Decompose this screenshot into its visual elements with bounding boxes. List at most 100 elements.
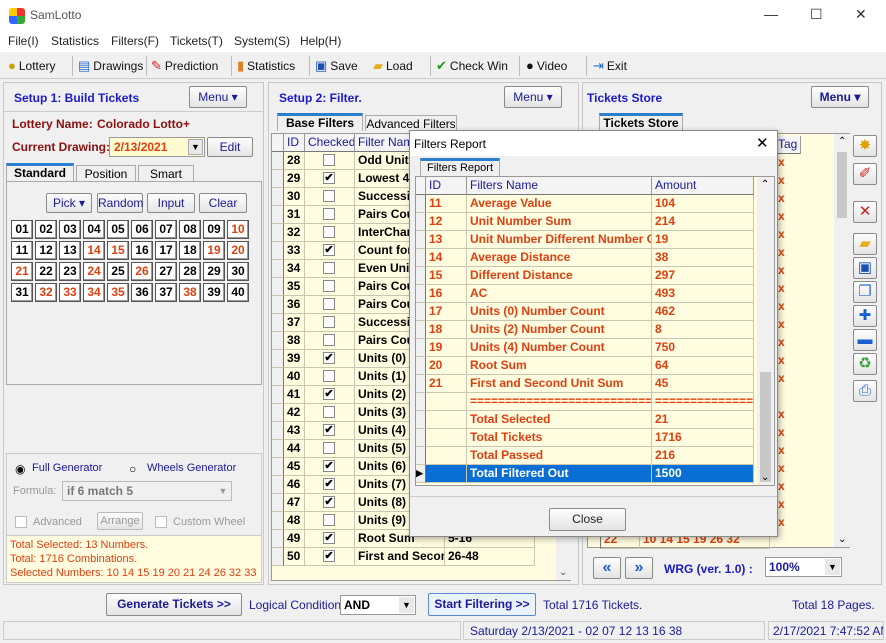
drawing-select[interactable]: 2/13/2021 ▼ [109, 137, 205, 157]
row-selector[interactable] [272, 386, 284, 404]
row-selector[interactable] [272, 350, 284, 368]
formula-select[interactable]: if 6 match 5 ▼ [62, 481, 232, 501]
row-selector[interactable] [272, 152, 284, 170]
row-selector[interactable] [416, 321, 426, 339]
row-selector[interactable] [416, 339, 426, 357]
scroll-thumb[interactable] [837, 152, 847, 218]
number-33[interactable]: 33 [59, 283, 81, 302]
toolbar-drawings-button[interactable]: ▤ Drawings [78, 58, 143, 74]
filter-checkbox[interactable]: ✔ [323, 478, 335, 490]
column-header-filters-name[interactable]: Filters Name [467, 177, 652, 195]
filter-checkbox[interactable] [323, 208, 335, 220]
number-12[interactable]: 12 [35, 241, 57, 260]
advanced-checkbox[interactable] [15, 516, 27, 528]
row-selector[interactable] [416, 447, 426, 465]
row-selector[interactable] [416, 249, 426, 267]
print-icon[interactable]: ⎙ [853, 380, 877, 402]
number-08[interactable]: 08 [179, 220, 201, 239]
number-18[interactable]: 18 [179, 241, 201, 260]
toolbar-prediction-button[interactable]: ✎ Prediction [151, 58, 218, 74]
number-26[interactable]: 26 [131, 262, 153, 281]
number-34[interactable]: 34 [83, 283, 105, 302]
menu-item-5[interactable]: Help(H) [300, 34, 341, 48]
number-01[interactable]: 01 [11, 220, 33, 239]
row-selector[interactable] [272, 278, 284, 296]
toolbar-exit-button[interactable]: ⇥ Exit [593, 58, 627, 74]
column-header-checked[interactable]: Checked [305, 134, 355, 152]
number-06[interactable]: 06 [131, 220, 153, 239]
chevron-down-icon[interactable]: ▼ [399, 597, 414, 613]
filter-checkbox[interactable] [323, 370, 335, 382]
close-window-button[interactable]: ✕ [855, 6, 867, 23]
row-selector[interactable] [416, 303, 426, 321]
minimize-button[interactable]: — [764, 6, 778, 22]
row-selector[interactable] [272, 188, 284, 206]
number-16[interactable]: 16 [131, 241, 153, 260]
filter-checkbox[interactable] [323, 514, 335, 526]
row-selector[interactable] [416, 375, 426, 393]
column-header-id[interactable]: ID [426, 177, 467, 195]
filter-checkbox[interactable]: ✔ [323, 460, 335, 472]
folder-open-icon[interactable]: ▰ [853, 233, 877, 255]
row-selector[interactable] [272, 260, 284, 278]
add-icon[interactable]: ✚ [853, 305, 877, 327]
filter-checkbox[interactable] [323, 316, 335, 328]
row-selector[interactable] [272, 458, 284, 476]
row-selector[interactable] [272, 170, 284, 188]
row-selector[interactable] [416, 213, 426, 231]
wheels-generator-radio[interactable]: ○ [129, 462, 136, 476]
generate-tickets-button[interactable]: Generate Tickets >> [106, 593, 242, 616]
number-28[interactable]: 28 [179, 262, 201, 281]
maximize-button[interactable]: ☐ [810, 6, 823, 23]
zoom-select[interactable]: 100% ▼ [765, 557, 842, 577]
tab-filters-report[interactable]: Filters Report [420, 158, 500, 176]
menu-item-3[interactable]: Tickets(T) [170, 34, 223, 48]
delete-icon[interactable]: ✕ [853, 201, 877, 223]
row-selector[interactable] [416, 267, 426, 285]
row-selector[interactable] [272, 530, 284, 548]
row-selector[interactable] [416, 231, 426, 249]
menu-item-0[interactable]: File(I) [8, 34, 39, 48]
clear-button[interactable]: Clear [199, 193, 247, 213]
column-header-id[interactable]: ID [284, 134, 305, 152]
number-21[interactable]: 21 [11, 262, 33, 281]
number-39[interactable]: 39 [203, 283, 225, 302]
scroll-thumb[interactable] [760, 372, 771, 482]
number-04[interactable]: 04 [83, 220, 105, 239]
number-37[interactable]: 37 [155, 283, 177, 302]
filter-checkbox[interactable]: ✔ [323, 424, 335, 436]
toolbar-video-button[interactable]: ● Video [526, 58, 567, 73]
filter-checkbox[interactable] [323, 298, 335, 310]
row-selector[interactable] [272, 368, 284, 386]
chevron-down-icon[interactable]: ▼ [825, 559, 840, 575]
number-40[interactable]: 40 [227, 283, 249, 302]
toolbar-lottery-button[interactable]: ● Lottery [8, 58, 56, 73]
number-05[interactable]: 05 [107, 220, 129, 239]
report-scrollbar[interactable]: ⌃ ⌄ [757, 177, 774, 485]
row-selector[interactable] [416, 393, 426, 411]
dialog-close-icon[interactable]: ✕ [756, 134, 769, 152]
arrange-button[interactable]: Arrange [97, 512, 143, 530]
column-header-amount[interactable]: Amount [652, 177, 754, 195]
brush-icon[interactable]: ✐ [853, 163, 877, 185]
tab-tickets-store[interactable]: Tickets Store [599, 113, 683, 131]
copy-icon[interactable]: ❐ [853, 281, 877, 303]
row-selector[interactable] [272, 422, 284, 440]
number-24[interactable]: 24 [83, 262, 105, 281]
custom-wheel-checkbox[interactable] [155, 516, 167, 528]
number-20[interactable]: 20 [227, 241, 249, 260]
chevron-down-icon[interactable]: ▼ [188, 139, 203, 155]
row-selector[interactable] [272, 332, 284, 350]
row-selector[interactable] [416, 195, 426, 213]
row-selector[interactable] [272, 404, 284, 422]
menu-item-2[interactable]: Filters(F) [111, 34, 159, 48]
chevron-down-icon[interactable]: ▼ [216, 483, 230, 499]
number-19[interactable]: 19 [203, 241, 225, 260]
previous-page-button[interactable]: « [593, 557, 621, 579]
number-15[interactable]: 15 [107, 241, 129, 260]
next-page-button[interactable]: » [625, 557, 653, 579]
row-selector[interactable]: ▶ [416, 465, 426, 483]
row-selector[interactable] [272, 494, 284, 512]
number-35[interactable]: 35 [107, 283, 129, 302]
tab-position[interactable]: Position [76, 165, 136, 181]
